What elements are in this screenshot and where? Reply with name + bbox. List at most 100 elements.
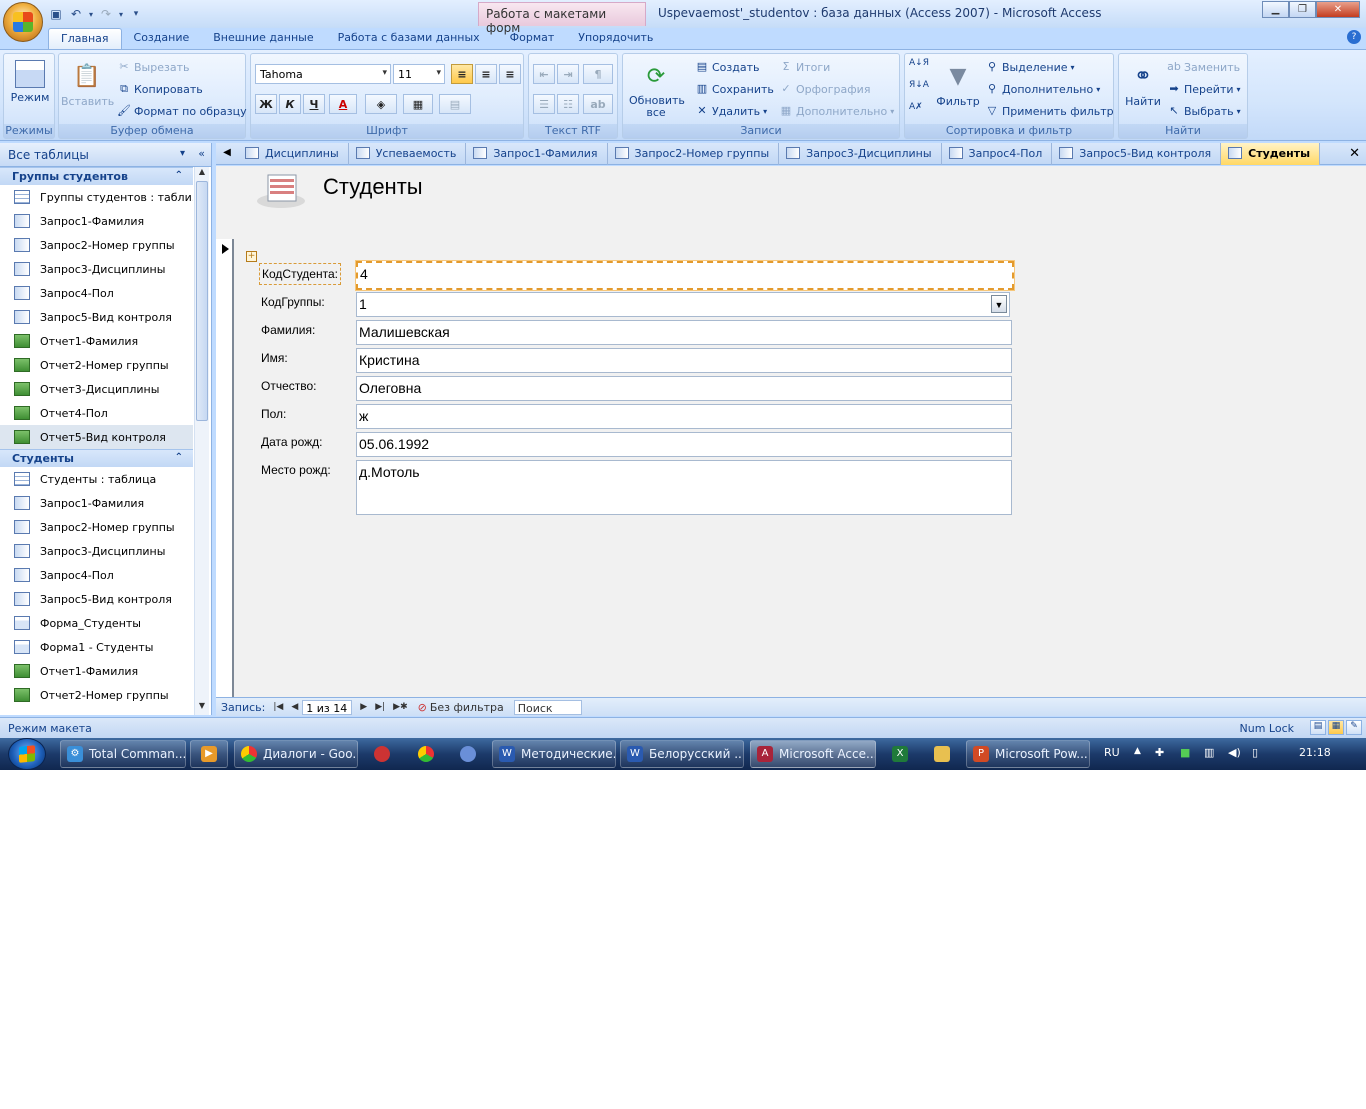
- copy-button[interactable]: ⧉ Копировать: [117, 82, 203, 96]
- paste-button[interactable]: 📋 Вставить: [61, 60, 114, 109]
- advanced-filter-button[interactable]: ⚲ Дополнительно ▾: [985, 82, 1100, 96]
- document-tab[interactable]: Запрос1-Фамилия: [466, 143, 608, 165]
- spelling-button[interactable]: ✓ Орфография: [779, 82, 870, 96]
- underline-icon[interactable]: Ч: [303, 94, 325, 114]
- document-tab[interactable]: Студенты: [1221, 143, 1321, 165]
- tabs-scroll-left-icon[interactable]: ◀: [216, 143, 238, 164]
- clear-sort-icon[interactable]: А✗: [909, 102, 923, 112]
- taskbar-excel[interactable]: X: [882, 740, 918, 768]
- tray-power-icon[interactable]: ▯: [1252, 746, 1258, 759]
- nav-pane-header[interactable]: Все таблицы ▾ «: [0, 143, 211, 167]
- select-button[interactable]: ↖ Выбрать ▾: [1167, 104, 1240, 118]
- tab-external-data[interactable]: Внешние данные: [201, 28, 325, 49]
- nav-item[interactable]: Отчет5-Вид контроля: [0, 425, 193, 449]
- first-record-icon[interactable]: |◀: [269, 702, 287, 712]
- taskbar-total-commander[interactable]: ⚙ Total Comman...: [60, 740, 186, 768]
- new-record-nav-icon[interactable]: ▶✱: [389, 702, 411, 712]
- nav-item[interactable]: Форма1 - Студенты: [0, 635, 193, 659]
- nav-item[interactable]: Отчет4-Пол: [0, 401, 193, 425]
- nav-item[interactable]: Отчет2-Номер группы: [0, 353, 193, 377]
- nav-item[interactable]: Запрос4-Пол: [0, 281, 193, 305]
- redo-icon[interactable]: ↷: [98, 6, 114, 22]
- nav-scrollbar[interactable]: ▲ ▼: [194, 167, 209, 715]
- taskbar-explorer[interactable]: [924, 740, 960, 768]
- taskbar-pin-3[interactable]: [450, 740, 486, 768]
- language-indicator[interactable]: RU: [1104, 746, 1120, 759]
- align-left-icon[interactable]: ≡: [451, 64, 473, 84]
- field-input[interactable]: ж: [356, 404, 1012, 429]
- alternate-fill-icon[interactable]: ▤: [439, 94, 471, 114]
- field-input[interactable]: Малишевская: [356, 320, 1012, 345]
- fill-color-icon[interactable]: ◈: [365, 94, 397, 114]
- filter-status-button[interactable]: ⊘ Без фильтра: [418, 701, 504, 714]
- save-record-button[interactable]: ▥ Сохранить: [695, 82, 774, 96]
- nav-item[interactable]: Запрос3-Дисциплины: [0, 539, 193, 563]
- customize-qat-icon[interactable]: ▾: [128, 6, 144, 22]
- numbering-icon[interactable]: ☰: [533, 94, 555, 114]
- document-tab[interactable]: Успеваемость: [349, 143, 467, 165]
- cut-button[interactable]: ✂ Вырезать: [117, 60, 189, 74]
- nav-item[interactable]: Запрос1-Фамилия: [0, 491, 193, 515]
- nav-item[interactable]: Форма_Студенты: [0, 611, 193, 635]
- record-selector[interactable]: [216, 239, 234, 697]
- taskbar-word-2[interactable]: W Белорусский ...: [620, 740, 744, 768]
- group-combo-box[interactable]: 1 ▼: [356, 292, 1010, 317]
- taskbar-media-player[interactable]: ▶: [190, 740, 228, 768]
- highlight-icon[interactable]: ab: [583, 94, 613, 114]
- tray-network-icon[interactable]: ▥: [1204, 746, 1214, 759]
- tab-home[interactable]: Главная: [48, 28, 122, 49]
- more-records-button[interactable]: ▦ Дополнительно ▾: [779, 104, 894, 118]
- nav-item[interactable]: Запрос1-Фамилия: [0, 209, 193, 233]
- taskbar-pin-1[interactable]: [364, 740, 400, 768]
- decrease-indent-icon[interactable]: ⇤: [533, 64, 555, 84]
- nav-item[interactable]: Отчет1-Фамилия: [0, 659, 193, 683]
- document-tab[interactable]: Запрос2-Номер группы: [608, 143, 780, 165]
- taskbar-powerpoint[interactable]: P Microsoft Pow...: [966, 740, 1090, 768]
- nav-item[interactable]: Отчет2-Номер группы: [0, 683, 193, 707]
- field-input[interactable]: д.Мотоль: [356, 460, 1012, 515]
- refresh-all-button[interactable]: ⟳ Обновить все: [625, 60, 687, 119]
- taskbar-pin-2[interactable]: [408, 740, 444, 768]
- taskbar-chrome[interactable]: Диалоги - Goo...: [234, 740, 358, 768]
- tray-antivirus-icon[interactable]: ✚: [1155, 746, 1164, 759]
- collapse-icon[interactable]: ⌃: [175, 170, 183, 181]
- nav-item[interactable]: Отчет3-Дисциплины: [0, 377, 193, 401]
- undo-icon[interactable]: ↶: [68, 6, 84, 22]
- office-button[interactable]: [3, 2, 43, 42]
- scroll-up-icon[interactable]: ▲: [195, 167, 209, 179]
- nav-item[interactable]: Группы студентов : табли...: [0, 185, 193, 209]
- layout-selector-icon[interactable]: +: [246, 251, 257, 262]
- nav-item[interactable]: Запрос4-Пол: [0, 563, 193, 587]
- find-button[interactable]: ⚭ Найти: [1121, 60, 1165, 109]
- tab-create[interactable]: Создание: [122, 28, 202, 49]
- replace-button[interactable]: ab Заменить: [1167, 60, 1240, 74]
- align-center-icon[interactable]: ≡: [475, 64, 497, 84]
- tray-expand-icon[interactable]: ▲: [1134, 746, 1141, 756]
- view-mode-button[interactable]: Режим: [6, 60, 54, 104]
- clock[interactable]: 21:18: [1299, 746, 1331, 759]
- document-tab[interactable]: Запрос5-Вид контроля: [1052, 143, 1222, 165]
- document-tab[interactable]: Запрос4-Пол: [942, 143, 1053, 165]
- nav-item[interactable]: Запрос5-Вид контроля: [0, 305, 193, 329]
- next-record-icon[interactable]: ▶: [356, 702, 371, 712]
- align-right-icon[interactable]: ≡: [499, 64, 521, 84]
- collapse-icon[interactable]: ⌃: [175, 452, 183, 463]
- taskbar-access[interactable]: A Microsoft Acce...: [750, 740, 876, 768]
- tab-format[interactable]: Формат: [498, 28, 567, 49]
- nav-menu-chevron-down-icon[interactable]: ▾: [180, 148, 185, 159]
- delete-record-button[interactable]: ✕ Удалить ▾: [695, 104, 767, 118]
- scroll-down-icon[interactable]: ▼: [195, 701, 209, 713]
- font-color-icon[interactable]: A: [329, 94, 357, 114]
- totals-button[interactable]: Σ Итоги: [779, 60, 831, 74]
- minimize-icon[interactable]: ▁: [1262, 1, 1289, 18]
- layout-view-button-icon[interactable]: ▦: [1328, 720, 1344, 735]
- document-tab[interactable]: Запрос3-Дисциплины: [779, 143, 942, 165]
- help-icon[interactable]: ?: [1347, 30, 1361, 44]
- start-button[interactable]: [8, 738, 46, 770]
- dropdown-arrow-icon[interactable]: ▼: [991, 295, 1007, 313]
- restore-icon[interactable]: ❐: [1289, 1, 1316, 18]
- nav-item[interactable]: Запрос5-Вид контроля: [0, 587, 193, 611]
- tab-database-tools[interactable]: Работа с базами данных: [326, 28, 492, 49]
- italic-icon[interactable]: К: [279, 94, 301, 114]
- nav-group-header[interactable]: Группы студентов ⌃: [0, 167, 193, 185]
